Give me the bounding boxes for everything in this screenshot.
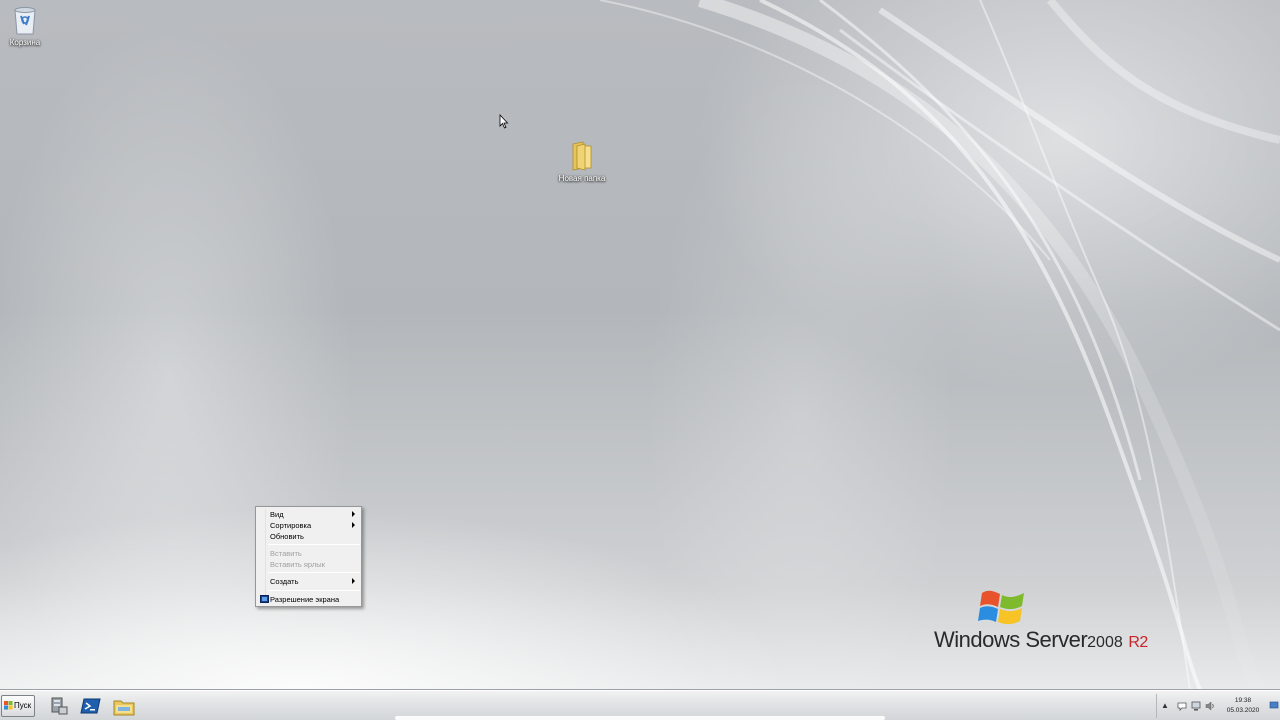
menu-item-new[interactable]: Создать — [258, 576, 359, 587]
explorer-folder-icon — [113, 700, 135, 716]
menu-separator — [268, 572, 360, 573]
windows-server-logo: Windows Server2008 R2 — [934, 585, 1150, 655]
start-label: Пуск — [14, 701, 32, 710]
new-folder-label: Новая папка — [558, 174, 606, 183]
menu-item-refresh[interactable]: Обновить — [258, 531, 359, 542]
menu-item-label: Вставить — [270, 549, 302, 558]
taskbar-glow — [395, 716, 885, 720]
menu-item-paste-shortcut: Вставить ярлык — [258, 559, 359, 570]
menu-item-label: Вставить ярлык — [270, 560, 325, 569]
show-hidden-icons-chevron[interactable]: ▲ — [1161, 701, 1169, 710]
desktop[interactable]: Корзина Новая папка Windows Server2008 R… — [0, 0, 1280, 690]
menu-item-paste: Вставить — [258, 548, 359, 559]
menu-separator — [268, 590, 360, 591]
mouse-cursor-icon — [499, 114, 509, 129]
taskbar-powershell-button[interactable] — [79, 695, 103, 717]
folder-icon — [572, 141, 592, 171]
volume-icon[interactable] — [1205, 701, 1215, 711]
start-button[interactable]: Пуск — [1, 695, 35, 717]
action-center-icon[interactable] — [1177, 701, 1187, 711]
menu-item-view[interactable]: Вид — [258, 509, 359, 520]
clock[interactable]: 19:38 05.03.2020 — [1223, 696, 1263, 716]
taskbar-explorer-button[interactable] — [112, 695, 136, 717]
clock-time: 19:38 — [1234, 697, 1252, 704]
menu-item-label: Сортировка — [270, 521, 312, 530]
powershell-icon — [80, 698, 101, 714]
system-tray: ▲ 19:38 05.03.2020 — [1156, 694, 1280, 718]
show-desktop-icon[interactable] — [1269, 699, 1279, 711]
menu-item-screen-resolution[interactable]: Разрешение экрана — [258, 594, 359, 605]
network-icon[interactable] — [1191, 701, 1201, 711]
submenu-arrow-icon — [352, 522, 355, 528]
recycle-bin-label: Корзина — [9, 38, 41, 47]
desktop-icon-recycle-bin[interactable]: Корзина — [4, 4, 46, 47]
display-icon — [260, 595, 269, 603]
desktop-icon-new-folder[interactable]: Новая папка — [552, 140, 612, 183]
menu-item-label: Создать — [270, 577, 299, 586]
taskbar-server-manager-button[interactable] — [46, 695, 70, 717]
brand-text: Windows Server2008 R2 — [934, 627, 1148, 652]
menu-separator — [268, 544, 360, 545]
windows-flag-icon — [4, 701, 13, 710]
clock-date: 05.03.2020 — [1226, 707, 1260, 714]
desktop-context-menu: Вид Сортировка Обновить Вставить Вставит… — [255, 506, 362, 607]
submenu-arrow-icon — [352, 578, 355, 584]
submenu-arrow-icon — [352, 511, 355, 517]
menu-item-label: Вид — [270, 510, 284, 519]
server-manager-icon — [51, 697, 68, 715]
recycle-bin-icon — [14, 7, 36, 35]
menu-item-label: Разрешение экрана — [270, 595, 340, 604]
menu-item-sort[interactable]: Сортировка — [258, 520, 359, 531]
menu-item-label: Обновить — [270, 532, 304, 541]
windows-flag-icon — [978, 590, 1024, 625]
